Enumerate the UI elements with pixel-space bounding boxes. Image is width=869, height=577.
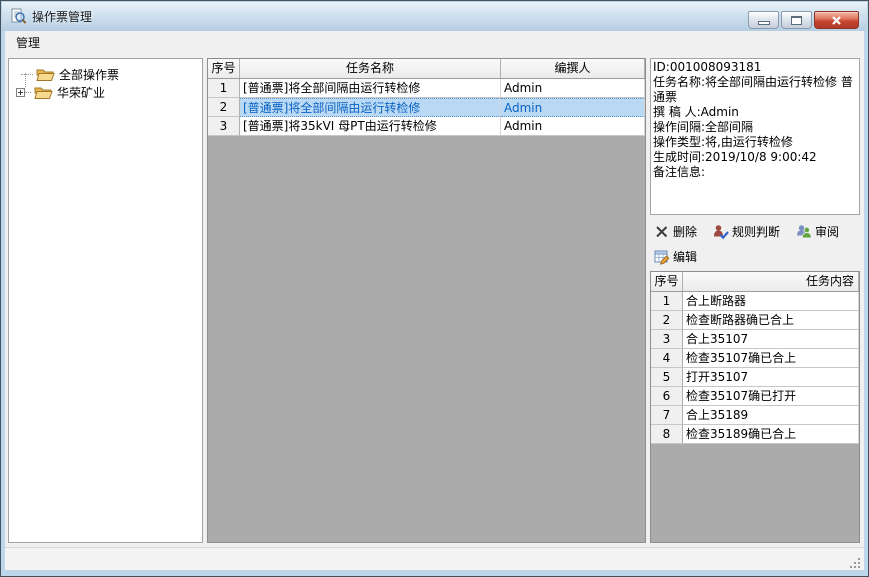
edit-button-label: 编辑 [673, 248, 697, 265]
detail-toolbar: 删除 规则判断 [650, 215, 860, 271]
content-row[interactable]: 4 检查35107确已合上 [651, 349, 859, 368]
window-controls [748, 11, 859, 29]
window-title: 操作票管理 [32, 8, 92, 25]
maximize-icon [791, 16, 802, 25]
tree-item-label: 全部操作票 [59, 66, 119, 83]
delete-button-label: 删除 [673, 223, 697, 240]
row-number-cell: 2 [208, 98, 240, 117]
task-content-cell[interactable]: 打开35107 [683, 368, 859, 387]
content-row[interactable]: 5 打开35107 [651, 368, 859, 387]
detail-line-interval: 操作间隔:全部间隔 [653, 120, 857, 135]
menu-bar: 管理 [5, 31, 864, 57]
content-row[interactable]: 7 合上35189 [651, 406, 859, 425]
content-table-header: 序号 任务内容 [651, 272, 859, 292]
column-header-no[interactable]: 序号 [208, 59, 240, 78]
ticket-row-selected[interactable]: 2 [普通票]将全部间隔由运行转检修 Admin [208, 98, 645, 117]
detail-line-remark: 备注信息: [653, 165, 857, 180]
app-window: 操作票管理 管理 [0, 0, 869, 577]
minimize-button[interactable] [748, 11, 779, 29]
author-cell[interactable]: Admin [501, 117, 645, 136]
task-content-cell[interactable]: 检查35189确已合上 [683, 425, 859, 444]
ticket-row[interactable]: 1 [普通票]将全部间隔由运行转检修 Admin [208, 79, 645, 98]
column-header-author[interactable]: 编撰人 [501, 59, 645, 78]
ticket-table-header: 序号 任务名称 编撰人 [208, 59, 645, 79]
detail-panel: ID:001008093181 任务名称:将全部间隔由运行转检修 普通票 撰 稿… [650, 58, 860, 543]
task-name-cell[interactable]: [普通票]将全部间隔由运行转检修 [240, 79, 501, 98]
column-header-task-name[interactable]: 任务名称 [240, 59, 501, 78]
detail-line-author: 撰 稿 人:Admin [653, 105, 857, 120]
detail-line-id: ID:001008093181 [653, 60, 857, 75]
row-number-cell: 5 [651, 368, 683, 387]
window-body: 管理 全部操作票 [5, 31, 864, 570]
detail-line-task-name: 任务名称:将全部间隔由运行转检修 普通票 [653, 75, 857, 105]
rule-judge-button[interactable]: 规则判断 [711, 222, 782, 241]
detail-line-created: 生成时间:2019/10/8 9:00:42 [653, 150, 857, 165]
row-number-cell: 8 [651, 425, 683, 444]
row-number-cell: 2 [651, 311, 683, 330]
author-cell[interactable]: Admin [501, 98, 645, 117]
review-button-label: 审阅 [815, 223, 839, 240]
delete-button[interactable]: 删除 [652, 222, 699, 241]
close-icon [831, 15, 842, 26]
task-content-cell[interactable]: 检查断路器确已合上 [683, 311, 859, 330]
app-magnifier-doc-icon [10, 8, 27, 25]
minimize-icon [758, 21, 770, 25]
detail-line-type: 操作类型:将,由运行转检修 [653, 135, 857, 150]
row-number-cell: 6 [651, 387, 683, 406]
tree-item-all-tickets[interactable]: 全部操作票 [9, 65, 202, 83]
task-content-cell[interactable]: 合上35107 [683, 330, 859, 349]
person-check-icon [713, 224, 729, 240]
ticket-details-text: ID:001008093181 任务名称:将全部间隔由运行转检修 普通票 撰 稿… [650, 58, 860, 215]
row-number-cell: 7 [651, 406, 683, 425]
task-content-table: 序号 任务内容 1 合上断路器 2 检查断路器确已合上 3 合上35107 4 [650, 271, 860, 543]
row-number-cell: 1 [208, 79, 240, 98]
task-content-cell[interactable]: 检查35107确已打开 [683, 387, 859, 406]
expand-plus-icon[interactable] [16, 88, 25, 97]
column-header-no[interactable]: 序号 [651, 272, 683, 291]
task-name-cell[interactable]: [普通票]将35kVⅠ 母PT由运行转检修 [240, 117, 501, 136]
status-bar [5, 547, 864, 570]
delete-x-icon [654, 224, 670, 240]
task-content-cell[interactable]: 检查35107确已合上 [683, 349, 859, 368]
content-row[interactable]: 8 检查35189确已合上 [651, 425, 859, 444]
row-number-cell: 3 [651, 330, 683, 349]
ticket-row[interactable]: 3 [普通票]将35kVⅠ 母PT由运行转检修 Admin [208, 117, 645, 136]
reviewers-icon [796, 224, 812, 240]
task-content-cell[interactable]: 合上断路器 [683, 292, 859, 311]
content-row[interactable]: 1 合上断路器 [651, 292, 859, 311]
content-row[interactable]: 3 合上35107 [651, 330, 859, 349]
tree-branch-line [25, 92, 31, 93]
edit-button[interactable]: 编辑 [652, 247, 699, 266]
author-cell[interactable]: Admin [501, 79, 645, 98]
content-row[interactable]: 6 检查35107确已打开 [651, 387, 859, 406]
menu-manage[interactable]: 管理 [9, 31, 47, 56]
task-name-cell[interactable]: [普通票]将全部间隔由运行转检修 [240, 98, 501, 117]
maximize-button[interactable] [781, 11, 812, 29]
rule-judge-button-label: 规则判断 [732, 223, 780, 240]
ticket-tree-panel: 全部操作票 华荣矿业 [8, 58, 203, 543]
row-number-cell: 4 [651, 349, 683, 368]
ticket-list-table: 序号 任务名称 编撰人 1 [普通票]将全部间隔由运行转检修 Admin 2 [… [207, 58, 646, 543]
resize-grip[interactable] [849, 555, 862, 568]
task-content-cell[interactable]: 合上35189 [683, 406, 859, 425]
tree-branch-line [21, 74, 33, 75]
tree-item-label: 华荣矿业 [57, 84, 105, 101]
folder-open-icon [36, 67, 55, 82]
tree-item-huarong-mining[interactable]: 华荣矿业 [9, 83, 202, 101]
titlebar: 操作票管理 [2, 2, 867, 31]
folder-open-icon [34, 85, 53, 100]
edit-grid-pencil-icon [654, 249, 670, 265]
row-number-cell: 1 [651, 292, 683, 311]
close-button[interactable] [814, 11, 859, 29]
column-header-task-content[interactable]: 任务内容 [683, 272, 859, 291]
row-number-cell: 3 [208, 117, 240, 136]
review-button[interactable]: 审阅 [794, 222, 841, 241]
content-row[interactable]: 2 检查断路器确已合上 [651, 311, 859, 330]
